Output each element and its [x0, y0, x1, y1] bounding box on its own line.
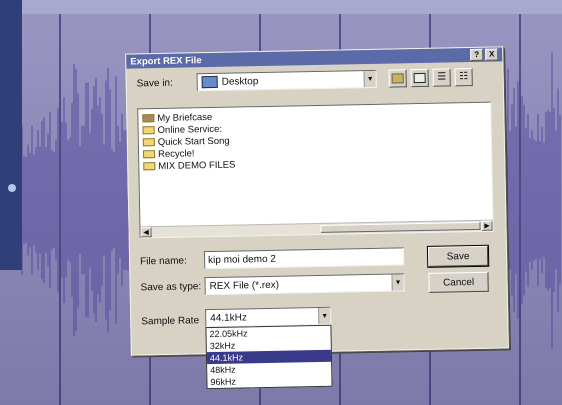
help-button[interactable]: ? — [470, 48, 484, 62]
up-one-level-button[interactable] — [388, 69, 407, 88]
file-name-input[interactable]: kip moi demo 2 — [203, 247, 405, 270]
sample-rate-value: 44.1kHz — [210, 311, 248, 324]
briefcase-icon — [142, 114, 155, 123]
scroll-right-arrow[interactable]: ▶ — [481, 220, 493, 231]
file-name-text: Quick Start Song — [157, 135, 230, 148]
chevron-down-icon: ▼ — [318, 307, 331, 324]
top-panel — [0, 0, 562, 14]
panel-marker — [8, 184, 16, 192]
new-folder-button[interactable] — [410, 68, 429, 88]
export-rex-dialog: Export REX File ? X Save in: Desktop ▼ ☰… — [125, 46, 509, 390]
folder-icon — [142, 126, 155, 135]
save-in-label: Save in: — [136, 77, 173, 90]
save-button[interactable]: Save — [426, 244, 490, 268]
close-button[interactable]: X — [485, 48, 499, 61]
desktop-icon — [201, 75, 218, 89]
new-folder-icon — [413, 72, 426, 84]
sample-rate-label: Sample Rate — [141, 315, 200, 328]
file-name-text: Recycle! — [157, 147, 195, 160]
save-as-type-dropdown[interactable]: REX File (*.rex) ▼ — [204, 273, 405, 296]
file-name-text: My Briefcase — [157, 111, 213, 124]
file-name-text: Online Service: — [157, 123, 223, 136]
cancel-button[interactable]: Cancel — [428, 271, 489, 293]
folder-icon — [143, 162, 156, 171]
horizontal-scrollbar[interactable]: ◀ ▶ — [140, 219, 493, 238]
sample-rate-option[interactable]: 96kHz — [207, 374, 331, 388]
save-in-value: Desktop — [221, 75, 259, 88]
scroll-left-arrow[interactable]: ◀ — [140, 227, 152, 238]
list-view-icon: ☰ — [437, 71, 447, 83]
file-list: My Briefcase Online Service: Quick Start S… — [137, 101, 494, 239]
chevron-down-icon: ▼ — [363, 70, 376, 88]
dialog-title: Export REX File — [130, 54, 202, 68]
details-view-icon: ☷ — [459, 71, 469, 83]
folder-icon — [142, 150, 156, 159]
file-name-label: File name: — [140, 255, 187, 268]
chevron-down-icon: ▼ — [391, 274, 404, 291]
scroll-thumb[interactable] — [320, 221, 481, 233]
save-in-dropdown[interactable]: Desktop ▼ — [196, 69, 377, 92]
sample-rate-options: 22.05kHz 32kHz 44.1kHz 48kHz 96kHz — [205, 324, 333, 390]
save-as-type-label: Save as type: — [140, 281, 202, 294]
details-view-button[interactable]: ☷ — [454, 67, 473, 87]
left-panel — [0, 0, 22, 270]
folder-icon — [142, 138, 155, 147]
folder-up-icon — [391, 73, 404, 84]
file-name-text: MIX DEMO FILES — [158, 159, 236, 172]
save-as-type-value: REX File (*.rex) — [209, 279, 280, 292]
list-view-button[interactable]: ☰ — [432, 68, 451, 87]
